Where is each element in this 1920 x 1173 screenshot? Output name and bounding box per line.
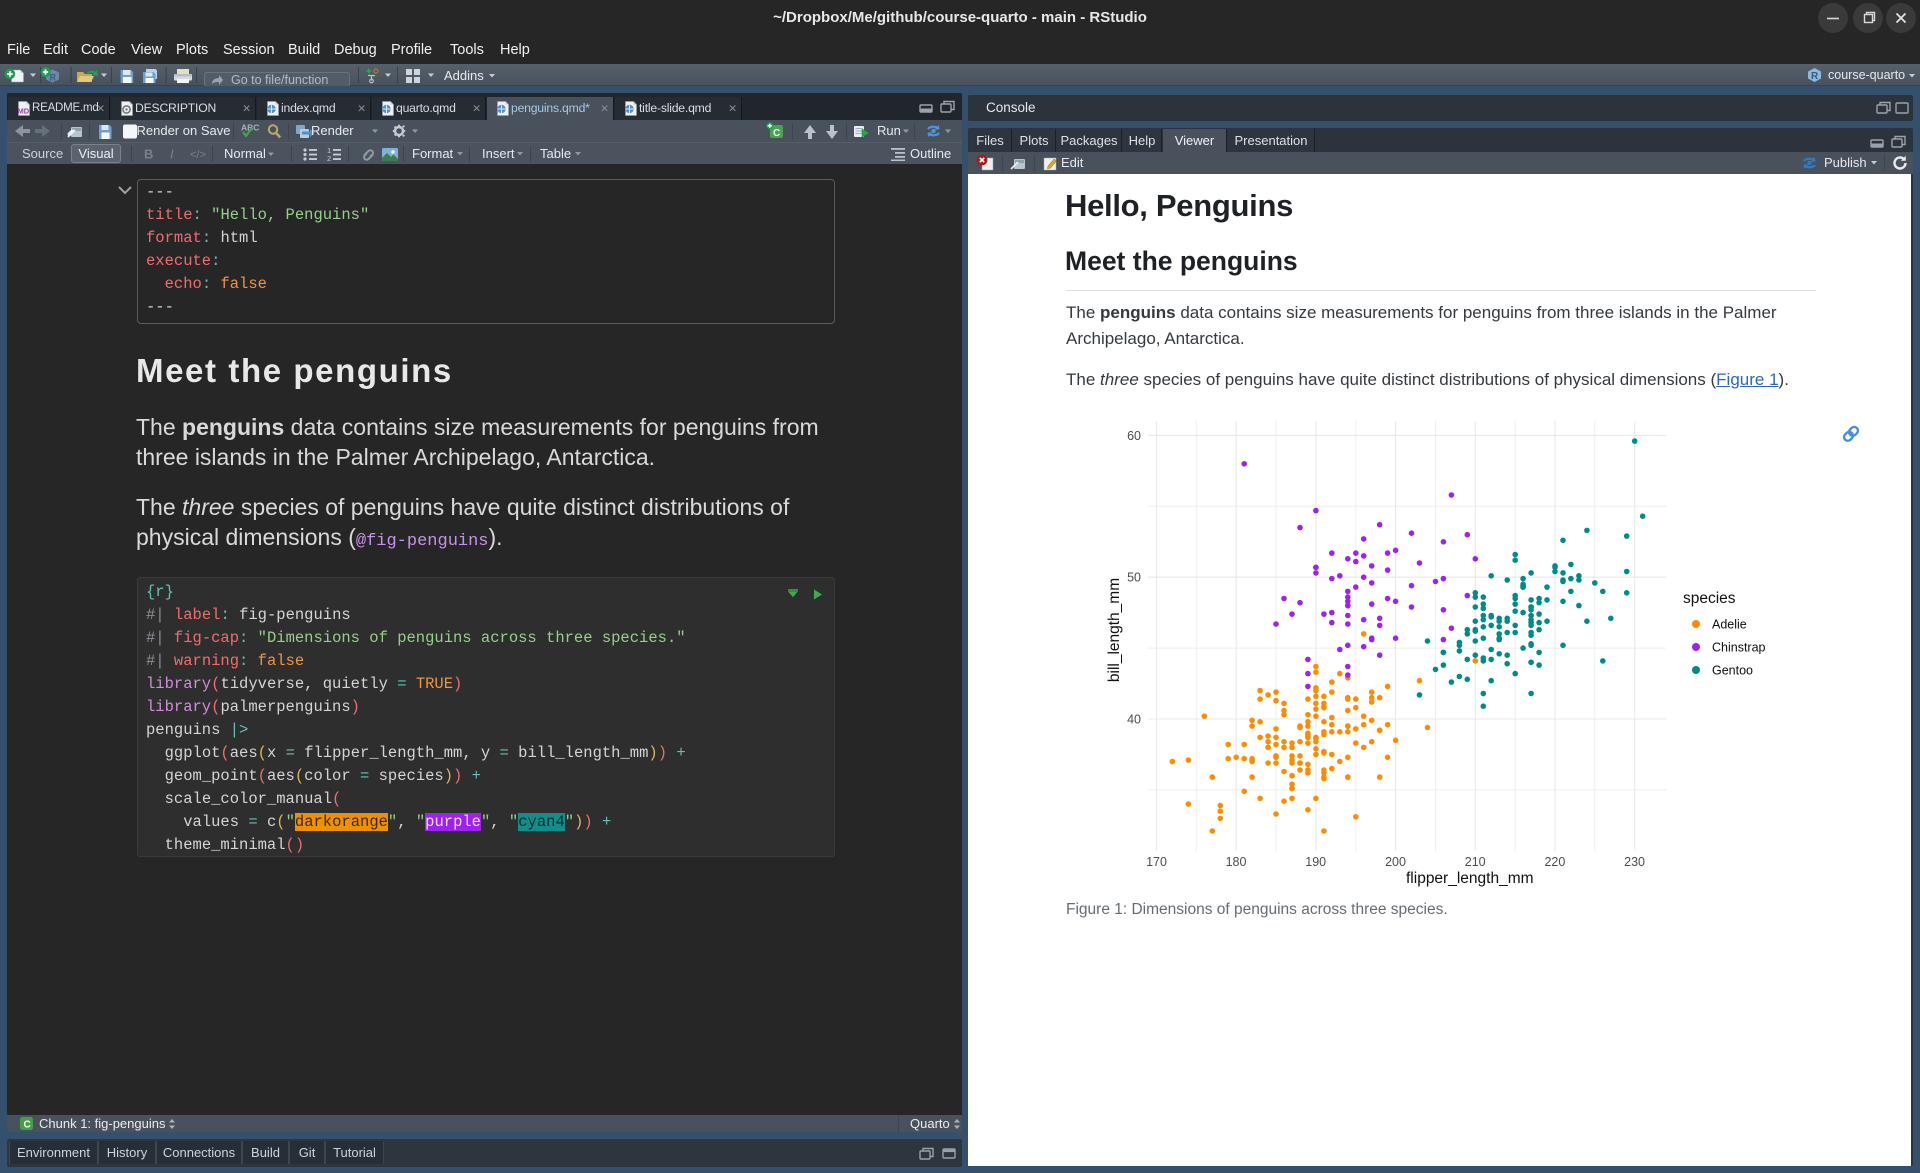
svg-text:species: species bbox=[1683, 590, 1736, 607]
svg-text:flipper_length_mm: flipper_length_mm bbox=[1406, 870, 1534, 887]
svg-text:2: 2 bbox=[327, 154, 331, 163]
svg-text:210: 210 bbox=[1465, 855, 1486, 869]
svg-text:B: B bbox=[144, 147, 153, 162]
svg-text:180: 180 bbox=[1226, 855, 1247, 869]
svg-text:C: C bbox=[773, 128, 780, 139]
svg-text:190: 190 bbox=[1305, 855, 1326, 869]
svg-text:50: 50 bbox=[1127, 571, 1141, 585]
svg-text:40: 40 bbox=[1127, 713, 1141, 727]
svg-text:bill_length_mm: bill_length_mm bbox=[1106, 578, 1123, 682]
svg-text:R: R bbox=[50, 73, 57, 83]
svg-text:MD: MD bbox=[18, 107, 30, 116]
svg-text:230: 230 bbox=[1624, 855, 1645, 869]
svg-text:Chinstrap: Chinstrap bbox=[1712, 641, 1766, 655]
svg-text:220: 220 bbox=[1544, 855, 1565, 869]
svg-text:200: 200 bbox=[1385, 855, 1406, 869]
svg-text:C: C bbox=[24, 1120, 31, 1131]
svg-text:R: R bbox=[1811, 71, 1819, 82]
svg-text:170: 170 bbox=[1146, 855, 1167, 869]
svg-text:I: I bbox=[170, 147, 174, 162]
svg-text:60: 60 bbox=[1127, 429, 1141, 443]
svg-text:Adelie: Adelie bbox=[1712, 618, 1747, 632]
svg-text:Gentoo: Gentoo bbox=[1712, 664, 1753, 678]
svg-text:</>: </> bbox=[190, 149, 206, 161]
